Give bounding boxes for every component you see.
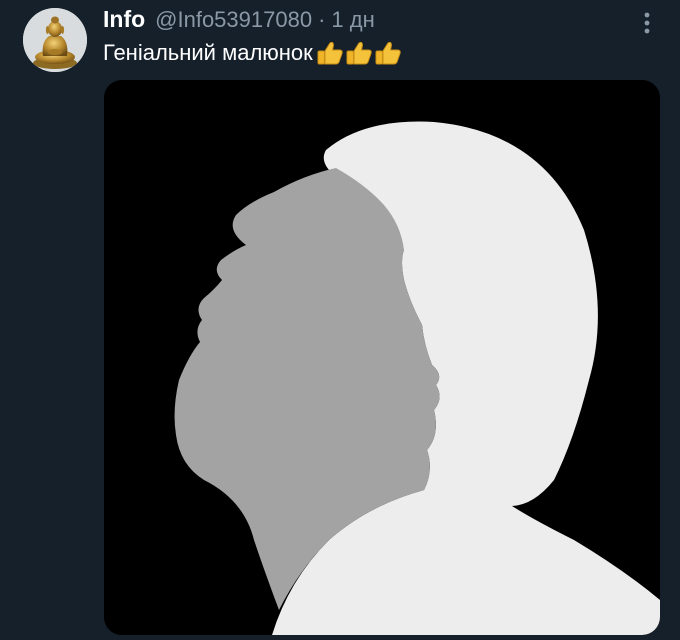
tweet-text: Геніальний малюнок (103, 40, 402, 66)
thumbs-up-icon (375, 41, 401, 65)
author-display-name[interactable]: Info (103, 6, 145, 33)
tweet[interactable]: Info @Info53917080 · 1 дн Геніальний мал… (0, 0, 680, 640)
buddha-statue-icon (23, 8, 87, 72)
more-options-button[interactable] (634, 10, 660, 36)
tweet-text-content: Геніальний малюнок (103, 40, 313, 65)
two-profiles-illusion-image (104, 80, 660, 635)
tweet-timestamp[interactable]: 1 дн (331, 7, 374, 33)
author-handle[interactable]: @Info53917080 (155, 7, 312, 33)
thumbs-up-icon (317, 41, 343, 65)
thumbs-up-icon (346, 41, 372, 65)
tweet-header: Info @Info53917080 · 1 дн (103, 6, 375, 34)
emoji-row (315, 40, 402, 66)
vertical-ellipsis-icon (644, 12, 650, 34)
separator-dot: · (318, 7, 326, 32)
avatar[interactable] (23, 8, 87, 72)
tweet-media-image[interactable] (104, 80, 660, 635)
